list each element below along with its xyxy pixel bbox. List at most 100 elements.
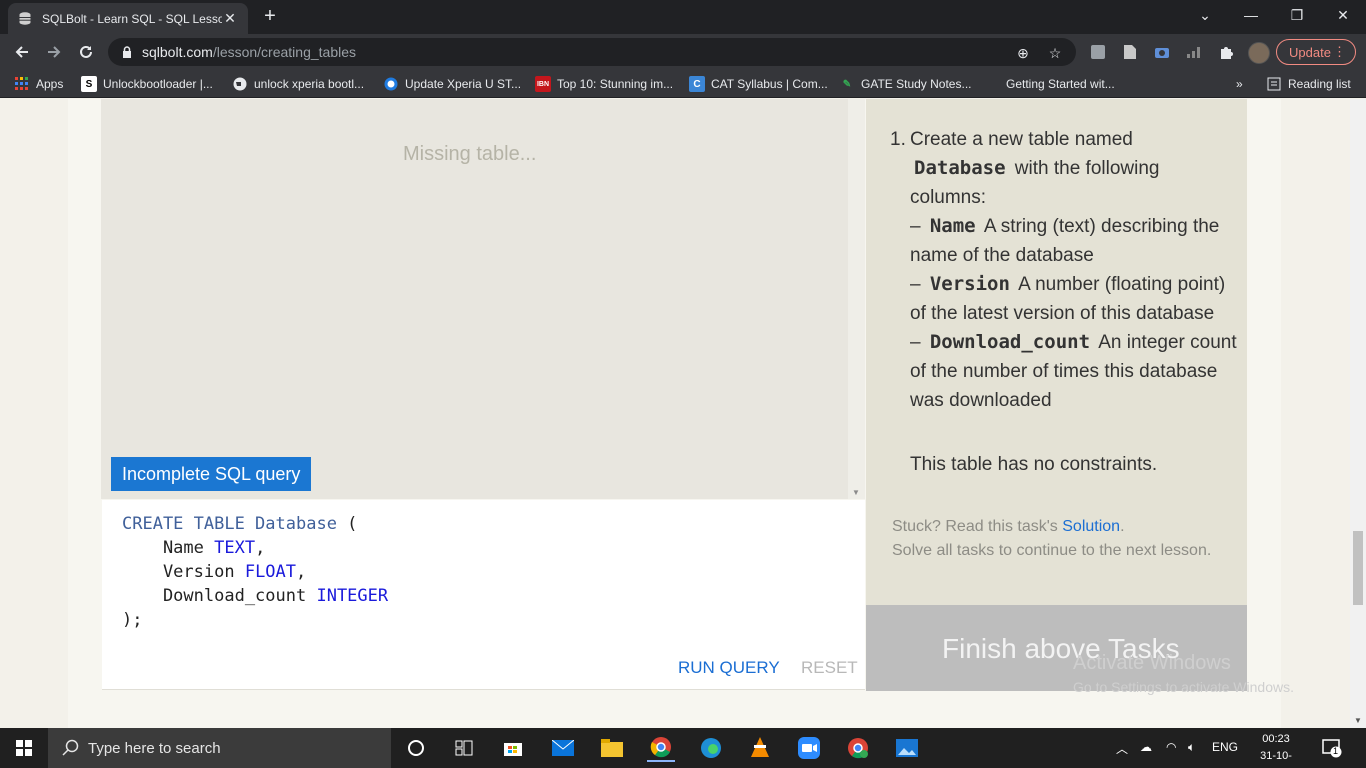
column-name: Name	[929, 215, 976, 237]
watermark-subtitle: Go to Settings to activate Windows.	[1073, 679, 1294, 695]
edge-icon[interactable]	[697, 734, 725, 762]
zoom-icon[interactable]: ⊕	[1014, 44, 1032, 62]
bookmark-gate-notes[interactable]: ✎ GATE Study Notes...	[839, 75, 972, 93]
update-button[interactable]: Update ⋮	[1276, 39, 1356, 65]
extension-puzzle-grey-icon[interactable]	[1089, 43, 1107, 61]
bookmark-update-xperia[interactable]: Update Xperia U ST...	[383, 75, 521, 93]
taskbar-search-box[interactable]: Type here to search	[48, 728, 391, 768]
clock-time: 00:23	[1262, 733, 1290, 745]
reading-list-icon	[1266, 76, 1282, 92]
tab-search-button[interactable]: ⌄	[1182, 0, 1228, 30]
sql-editor[interactable]: CREATE TABLE Database ( Name TEXT, Versi…	[102, 500, 865, 690]
start-button[interactable]	[0, 728, 48, 768]
solution-link[interactable]: Solution	[1062, 518, 1120, 535]
close-window-button[interactable]: ✕	[1320, 0, 1366, 30]
wifi-icon[interactable]: ◠	[1166, 740, 1176, 754]
sqlbolt-favicon-icon	[18, 12, 32, 26]
back-button[interactable]	[10, 40, 34, 64]
bookmark-getting-started[interactable]: Getting Started wit...	[984, 75, 1115, 93]
microsoft-store-icon[interactable]	[499, 734, 527, 762]
task-body: Create a new table named Database with t…	[910, 125, 1240, 415]
code-line: Download_count INTEGER	[122, 584, 388, 608]
vlc-icon[interactable]	[746, 734, 774, 762]
sql-code-area[interactable]: CREATE TABLE Database ( Name TEXT, Versi…	[122, 512, 388, 632]
signal-extension-icon[interactable]	[1185, 43, 1203, 61]
bookmark-apps[interactable]: Apps	[14, 75, 63, 93]
sql-text: Version	[122, 562, 245, 582]
bookmark-unlockbootloader[interactable]: S Unlockbootloader |...	[81, 75, 213, 93]
bookmark-label: Unlockbootloader |...	[103, 77, 213, 91]
code-line: Version FLOAT,	[122, 560, 388, 584]
windows-logo-icon	[16, 740, 32, 756]
task-number: 1.	[890, 129, 906, 150]
camera-extension-icon[interactable]	[1153, 43, 1171, 61]
browser-tab-sqlbolt[interactable]: SQLBolt - Learn SQL - SQL Lesso ✕	[8, 3, 248, 34]
bookmark-top-10[interactable]: IBN Top 10: Stunning im...	[535, 75, 673, 93]
browser-toolbar: sqlbolt.com/lesson/creating_tables ⊕ ☆ U…	[0, 34, 1366, 70]
photos-icon[interactable]	[893, 734, 921, 762]
minimize-button[interactable]: —	[1228, 0, 1274, 30]
back-arrow-icon	[15, 46, 28, 58]
scrollbar-thumb[interactable]	[1353, 531, 1363, 605]
show-hidden-icons-chevron-icon[interactable]: ︿	[1116, 740, 1128, 757]
blank-page-icon	[984, 76, 1000, 92]
scroll-down-arrow-icon[interactable]: ▼	[1354, 716, 1362, 725]
zoom-app-icon[interactable]	[795, 734, 823, 762]
cortana-icon[interactable]	[402, 734, 430, 762]
reset-button[interactable]: RESET	[801, 658, 858, 678]
bookmark-label: Update Xperia U ST...	[405, 77, 522, 91]
extensions-puzzle-icon[interactable]	[1217, 43, 1235, 61]
file-explorer-icon[interactable]	[598, 734, 626, 762]
new-tab-button[interactable]: +	[260, 6, 280, 26]
tab-close-icon[interactable]: ✕	[222, 10, 238, 27]
column-name: Version	[929, 273, 1010, 295]
reading-list-label: Reading list	[1288, 77, 1351, 91]
document-extension-icon[interactable]	[1121, 43, 1139, 61]
chrome-taskbar-icon[interactable]	[647, 734, 675, 762]
task-view-icon[interactable]	[450, 734, 478, 762]
profile-avatar[interactable]	[1248, 42, 1270, 64]
reload-button[interactable]	[74, 40, 98, 64]
stuck-prefix: Stuck? Read this task's	[892, 518, 1063, 535]
sql-keyword: FLOAT	[244, 562, 297, 582]
bookmark-label: Getting Started wit...	[1006, 77, 1115, 91]
search-placeholder: Type here to search	[88, 739, 221, 757]
sql-text: );	[122, 610, 143, 630]
language-indicator[interactable]: ENG	[1212, 740, 1238, 754]
results-scrollbar[interactable]: ▼	[848, 99, 865, 499]
system-clock[interactable]: 00:23 31-10-2021	[1248, 731, 1304, 768]
query-results-panel: Missing table...	[101, 99, 848, 499]
mail-icon[interactable]	[549, 734, 577, 762]
windows-activation-watermark: Activate Windows Go to Settings to activ…	[1073, 652, 1294, 695]
notification-center-icon[interactable]: 1	[1322, 738, 1342, 758]
page-viewport: Missing table... ▼ Incomplete SQL query …	[0, 99, 1350, 728]
bookmark-cat-syllabus[interactable]: C CAT Syllabus | Com...	[689, 75, 828, 93]
bookmark-label: GATE Study Notes...	[861, 77, 972, 91]
column-name: Download_count	[929, 331, 1091, 353]
lock-icon	[123, 46, 131, 58]
bookmarks-overflow-button[interactable]: »	[1236, 75, 1243, 93]
page-scrollbar[interactable]: ▼	[1350, 99, 1366, 728]
sql-keyword: TEXT	[214, 538, 256, 558]
volume-icon[interactable]: 🔈︎	[1188, 740, 1195, 755]
sql-keyword: INTEGER	[316, 586, 389, 606]
scroll-down-arrow-icon[interactable]: ▼	[852, 488, 860, 497]
c-logo-icon: C	[689, 76, 705, 92]
restore-button[interactable]: ❐	[1274, 0, 1320, 30]
bookmark-label: CAT Syllabus | Com...	[711, 77, 828, 91]
task-list: 1. Create a new table named Database wit…	[890, 125, 1240, 415]
windows-taskbar: Type here to search ︿ ☁ ◠ 🔈︎ ENG 00:23 3…	[0, 728, 1366, 768]
address-bar[interactable]: sqlbolt.com/lesson/creating_tables ⊕ ☆	[108, 38, 1076, 66]
sql-text: ,	[296, 562, 307, 582]
run-query-button[interactable]: RUN QUERY	[678, 658, 780, 678]
forward-button[interactable]	[42, 40, 66, 64]
onedrive-icon[interactable]: ☁	[1140, 740, 1152, 754]
bookmark-unlock-xperia[interactable]: unlock xperia bootl...	[232, 75, 364, 93]
chrome-profile-icon[interactable]	[844, 734, 872, 762]
url-domain: sqlbolt.com	[142, 44, 213, 60]
reading-list-button[interactable]: Reading list	[1266, 75, 1351, 93]
sql-keyword: CREATE TABLE Database	[122, 514, 337, 534]
bookmark-star-icon[interactable]: ☆	[1046, 44, 1064, 62]
tab-strip: SQLBolt - Learn SQL - SQL Lesso ✕ + ⌄ — …	[0, 0, 1366, 34]
reload-icon	[80, 45, 92, 58]
